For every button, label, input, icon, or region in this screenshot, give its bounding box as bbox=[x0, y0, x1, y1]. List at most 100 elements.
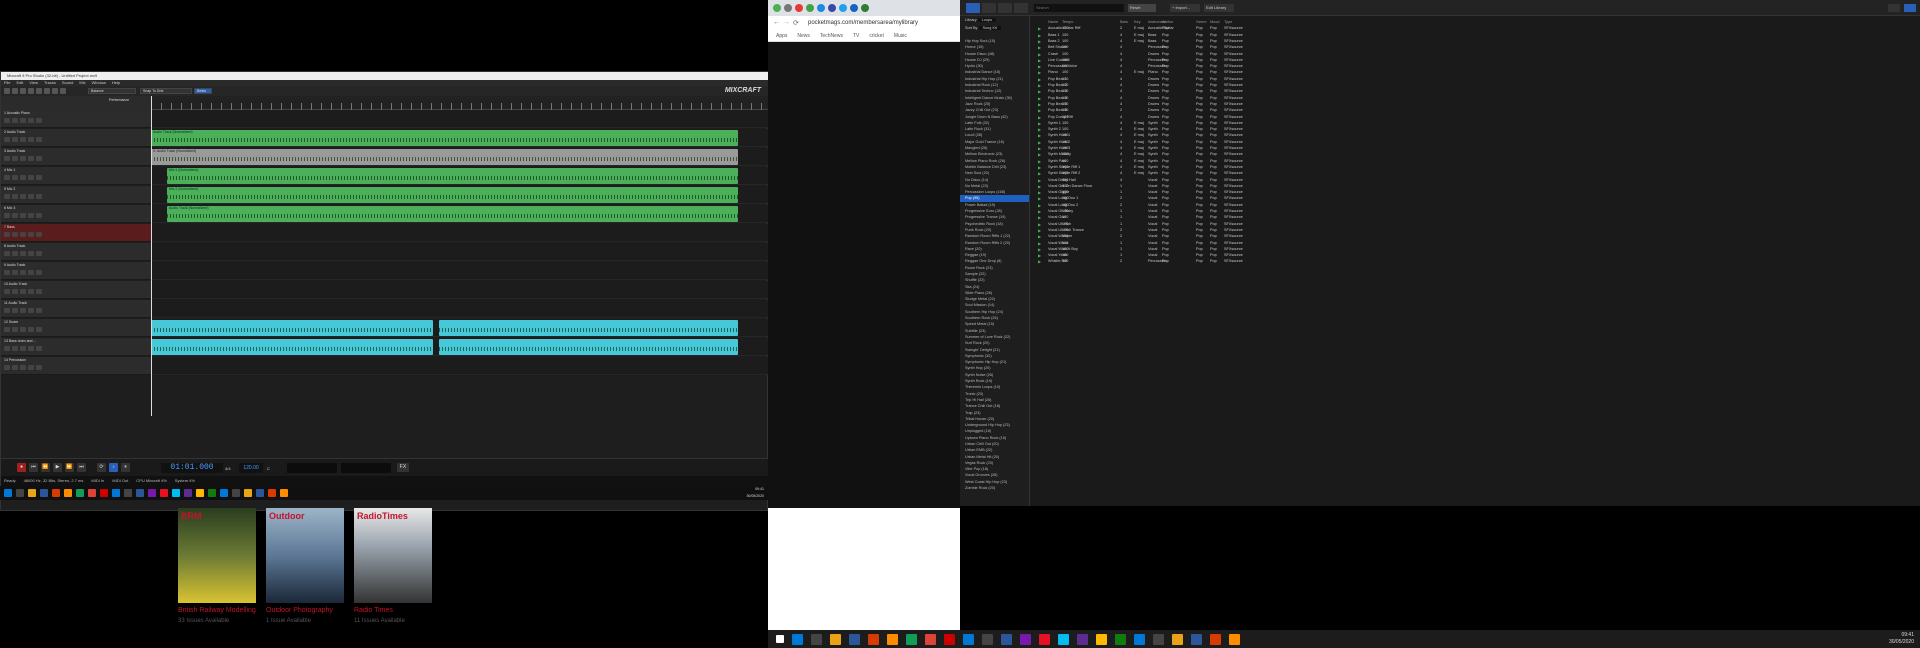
audio-clip[interactable] bbox=[439, 320, 738, 336]
play-loop-icon[interactable]: ▶ bbox=[1038, 234, 1041, 239]
play-loop-icon[interactable]: ▶ bbox=[1038, 70, 1041, 75]
solo-button[interactable] bbox=[20, 118, 26, 123]
tab-icon-5[interactable] bbox=[861, 4, 869, 12]
taskbar-app-icon[interactable] bbox=[220, 489, 228, 497]
arm-button[interactable] bbox=[4, 213, 10, 218]
arm-button[interactable] bbox=[4, 232, 10, 237]
taskbar-app-icon[interactable] bbox=[76, 489, 84, 497]
column-header[interactable]: Mood bbox=[1210, 20, 1220, 24]
track-header[interactable]: 3 Audio Track bbox=[1, 148, 151, 166]
taskbar-app-icon[interactable] bbox=[256, 489, 264, 497]
magazine-cover[interactable]: RadioTimes bbox=[354, 508, 432, 603]
taskbar-app-icon[interactable] bbox=[1058, 633, 1069, 645]
track-header[interactable]: 6 Mic 3 bbox=[1, 205, 151, 223]
mute-button[interactable] bbox=[12, 289, 18, 294]
play-loop-icon[interactable]: ▶ bbox=[1038, 228, 1041, 233]
end-button[interactable]: ⏭ bbox=[77, 463, 86, 472]
import-button[interactable]: + Import... bbox=[1170, 4, 1200, 12]
taskbar-app-icon[interactable] bbox=[232, 489, 240, 497]
track-header[interactable]: 9 Audio Track bbox=[1, 262, 151, 280]
audio-clip[interactable]: 3: Audio Track (Normalized) bbox=[151, 149, 738, 165]
taskbar-app-icon[interactable] bbox=[906, 633, 917, 645]
taskbar-app-icon[interactable] bbox=[52, 489, 60, 497]
grid-view-icon[interactable] bbox=[1888, 4, 1900, 12]
solo-button[interactable] bbox=[20, 251, 26, 256]
taskbar-app-icon[interactable] bbox=[64, 489, 72, 497]
fx-button[interactable]: FX bbox=[397, 463, 409, 472]
mute-button[interactable] bbox=[12, 346, 18, 351]
taskbar-app-icon[interactable] bbox=[963, 633, 974, 645]
play-loop-icon[interactable]: ▶ bbox=[1038, 89, 1041, 94]
track-lane[interactable] bbox=[151, 281, 769, 299]
loop-button[interactable]: ⟳ bbox=[97, 463, 106, 472]
taskbar-app-icon[interactable] bbox=[1191, 633, 1202, 645]
column-header[interactable]: Bars bbox=[1120, 20, 1128, 24]
play-loop-icon[interactable]: ▶ bbox=[1038, 215, 1041, 220]
track-lane[interactable] bbox=[151, 300, 769, 318]
reload-icon[interactable]: ⟳ bbox=[793, 19, 799, 27]
play-loop-icon[interactable]: ▶ bbox=[1038, 253, 1041, 258]
fx-button[interactable] bbox=[28, 194, 34, 199]
tab-icon-2[interactable] bbox=[806, 4, 814, 12]
beats-button[interactable]: Beats bbox=[194, 88, 212, 94]
sort-select[interactable]: Song Kit bbox=[978, 26, 1001, 30]
play-loop-icon[interactable]: ▶ bbox=[1038, 52, 1041, 57]
audio-clip[interactable] bbox=[151, 320, 433, 336]
taskbar-app-icon[interactable] bbox=[1001, 633, 1012, 645]
play-loop-icon[interactable]: ▶ bbox=[1038, 241, 1041, 246]
fast-forward-button[interactable]: ⏩ bbox=[65, 463, 74, 472]
play-loop-icon[interactable]: ▶ bbox=[1038, 127, 1041, 132]
mute-button[interactable] bbox=[12, 251, 18, 256]
arm-button[interactable] bbox=[4, 156, 10, 161]
track-header[interactable]: 13 Bass drum and ... bbox=[1, 338, 151, 356]
bookmark-link[interactable]: TV bbox=[853, 30, 859, 41]
arm-button[interactable] bbox=[4, 194, 10, 199]
column-header[interactable]: Type bbox=[1224, 20, 1232, 24]
fx-button[interactable] bbox=[28, 289, 34, 294]
track-header[interactable]: 14 Percussion bbox=[1, 357, 151, 375]
solo-button[interactable] bbox=[20, 327, 26, 332]
youtube-icon[interactable] bbox=[795, 4, 803, 12]
taskbar-app-icon[interactable] bbox=[268, 489, 276, 497]
taskbar-app-icon[interactable] bbox=[88, 489, 96, 497]
taskbar-app-icon[interactable] bbox=[811, 633, 822, 645]
taskbar-app-icon[interactable] bbox=[172, 489, 180, 497]
bookmark-link[interactable]: News bbox=[797, 30, 810, 41]
track-lane[interactable]: Audio Track (Normalized) bbox=[151, 205, 769, 223]
track-header[interactable]: 10 Audio Track bbox=[1, 281, 151, 299]
track-header[interactable]: 4 Mic 1 bbox=[1, 167, 151, 185]
bookmark-link[interactable]: cricket bbox=[869, 30, 883, 41]
track-header[interactable]: 11 Audio Track bbox=[1, 300, 151, 318]
arm-button[interactable] bbox=[4, 175, 10, 180]
taskbar-app-icon[interactable] bbox=[792, 633, 803, 645]
record-button[interactable]: ● bbox=[17, 463, 26, 472]
taskbar-app-icon[interactable] bbox=[1039, 633, 1050, 645]
automation-button[interactable] bbox=[36, 118, 42, 123]
magazine-title[interactable]: British Railway Modelling bbox=[178, 607, 256, 614]
audio-clip[interactable] bbox=[439, 339, 738, 355]
track-lane[interactable]: Audio Track (Normalized) bbox=[151, 129, 769, 147]
taskbar-app-icon[interactable] bbox=[1096, 633, 1107, 645]
taskbar-app-icon[interactable] bbox=[1020, 633, 1031, 645]
play-loop-icon[interactable]: ▶ bbox=[1038, 159, 1041, 164]
arm-button[interactable] bbox=[4, 118, 10, 123]
audio-clip[interactable]: Audio Track (Normalized) bbox=[151, 130, 738, 146]
solo-button[interactable] bbox=[20, 346, 26, 351]
time-signature[interactable]: 4/4 bbox=[225, 466, 231, 471]
solo-button[interactable] bbox=[20, 156, 26, 161]
automation-button[interactable] bbox=[36, 232, 42, 237]
solo-button[interactable] bbox=[20, 289, 26, 294]
automation-button[interactable] bbox=[36, 346, 42, 351]
mute-button[interactable] bbox=[12, 327, 18, 332]
arm-button[interactable] bbox=[4, 346, 10, 351]
play-loop-icon[interactable]: ▶ bbox=[1038, 165, 1041, 170]
automation-button[interactable] bbox=[36, 213, 42, 218]
taskbar-app-icon[interactable] bbox=[124, 489, 132, 497]
taskbar-app-icon[interactable] bbox=[925, 633, 936, 645]
track-lane[interactable]: Mic 2 (Normalized) bbox=[151, 186, 769, 204]
play-loop-icon[interactable]: ▶ bbox=[1038, 115, 1041, 120]
arm-button[interactable] bbox=[4, 308, 10, 313]
fx-button[interactable] bbox=[28, 308, 34, 313]
column-header[interactable]: Tempo bbox=[1062, 20, 1073, 24]
track-lane[interactable] bbox=[151, 319, 769, 337]
